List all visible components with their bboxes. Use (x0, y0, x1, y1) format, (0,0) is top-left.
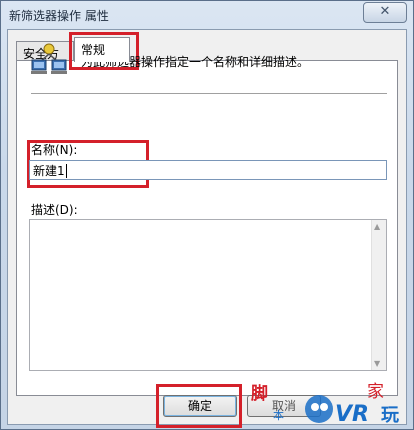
name-input-value: 新建1 (33, 164, 65, 178)
properties-dialog-window: 新筛选器操作 属性 ✕ 安全方法 常规 为此筛选器操作指定一个名称和详细描述。 … (0, 0, 414, 430)
description-textarea[interactable]: ▲ ▼ (29, 219, 387, 371)
description-label: 描述(D): (31, 203, 78, 217)
name-input[interactable]: 新建1 (29, 160, 387, 180)
tab-general[interactable]: 常规 (74, 37, 130, 62)
ok-button[interactable]: 确定 (163, 395, 237, 417)
svg-text:本: 本 (273, 408, 284, 422)
close-icon: ✕ (379, 4, 391, 19)
scroll-up-icon[interactable]: ▲ (374, 222, 380, 231)
title-bar[interactable]: 新筛选器操作 属性 ✕ (1, 1, 413, 29)
network-computers-icon (31, 43, 67, 74)
scroll-down-icon[interactable]: ▼ (374, 359, 380, 368)
window-title: 新筛选器操作 属性 (9, 9, 109, 23)
text-caret (65, 164, 67, 178)
close-button[interactable]: ✕ (363, 2, 407, 23)
watermark-logo: 脚 本 家 VR 玩 (251, 382, 399, 427)
divider (31, 93, 387, 95)
tab-label: 常规 (81, 43, 106, 57)
svg-text:玩: 玩 (381, 405, 399, 426)
name-label: 名称(N): (31, 143, 78, 157)
description-scrollbar[interactable]: ▲ ▼ (371, 220, 386, 370)
svg-text:VR: VR (335, 402, 369, 427)
svg-text:家: 家 (367, 382, 384, 402)
svg-text:脚: 脚 (251, 383, 268, 404)
